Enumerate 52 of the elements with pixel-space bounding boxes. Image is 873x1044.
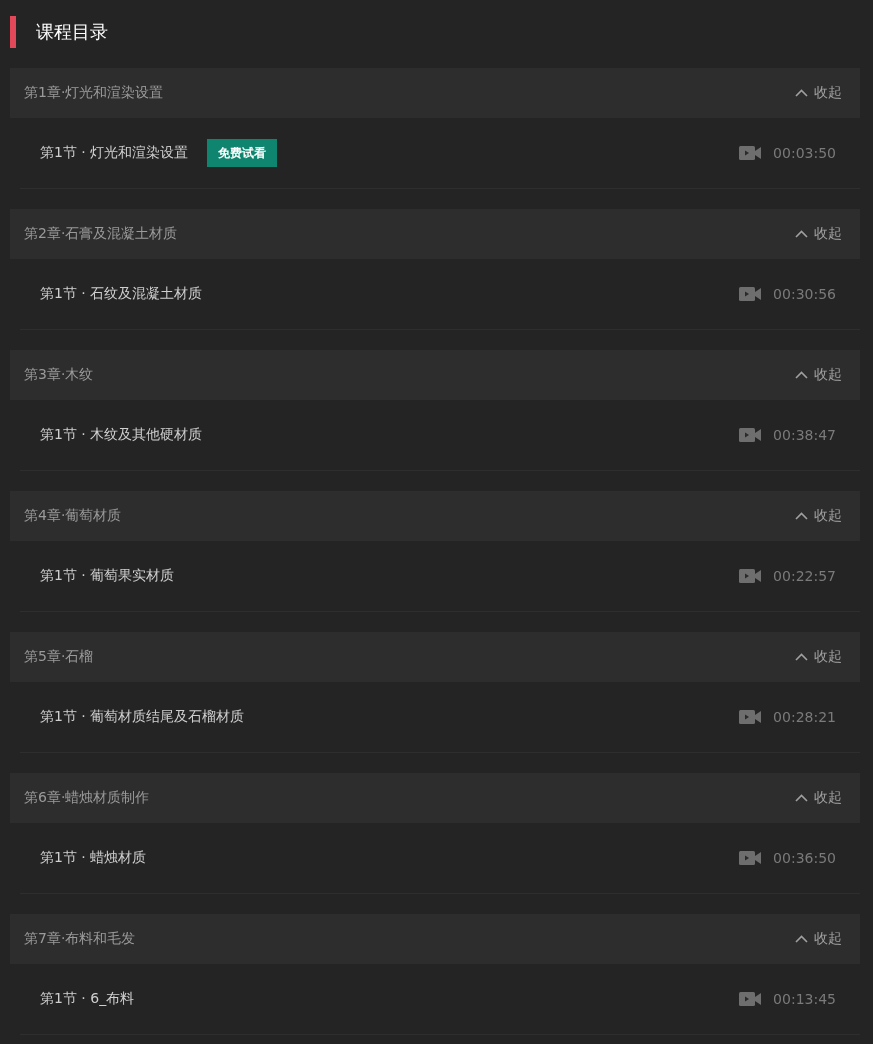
- lesson-title: 第1节 · 石纹及混凝土材质: [40, 285, 203, 303]
- chapter-title: 第7章·布料和毛发: [24, 930, 136, 948]
- chapter-title: 第3章·木纹: [24, 366, 94, 384]
- lesson-row[interactable]: 第1节 · 蜡烛材质 00:36:50: [20, 823, 860, 894]
- collapse-toggle[interactable]: 收起: [795, 225, 842, 243]
- chevron-up-icon: [795, 794, 808, 802]
- chevron-up-icon: [795, 935, 808, 943]
- collapse-toggle[interactable]: 收起: [795, 789, 842, 807]
- accent-bar: [10, 16, 16, 48]
- video-camera-icon: [739, 851, 762, 865]
- collapse-toggle[interactable]: 收起: [795, 84, 842, 102]
- lesson-title: 第1节 · 灯光和渲染设置: [40, 144, 189, 162]
- lesson-title: 第1节 · 6_布料: [40, 990, 135, 1008]
- lesson-duration: 00:28:21: [773, 709, 836, 725]
- video-camera-icon: [739, 710, 762, 724]
- lesson-title: 第1节 · 葡萄材质结尾及石榴材质: [40, 708, 245, 726]
- lesson-title: 第1节 · 蜡烛材质: [40, 849, 147, 867]
- chevron-up-icon: [795, 89, 808, 97]
- collapse-toggle[interactable]: 收起: [795, 366, 842, 384]
- chapter-title: 第1章·灯光和渲染设置: [24, 84, 164, 102]
- chevron-up-icon: [795, 371, 808, 379]
- collapse-toggle[interactable]: 收起: [795, 507, 842, 525]
- lesson-row[interactable]: 第1节 · 木纹及其他硬材质 00:38:47: [20, 400, 860, 471]
- lesson-duration: 00:30:56: [773, 286, 836, 302]
- chapter-title: 第5章·石榴: [24, 648, 94, 666]
- lesson-duration: 00:13:45: [773, 991, 836, 1007]
- chapter-title: 第6章·蜡烛材质制作: [24, 789, 150, 807]
- video-camera-icon: [739, 428, 762, 442]
- video-camera-icon: [739, 569, 762, 583]
- lesson-row[interactable]: 第1节 · 葡萄材质结尾及石榴材质 00:28:21: [20, 682, 860, 753]
- chapter-title: 第2章·石膏及混凝土材质: [24, 225, 178, 243]
- video-camera-icon: [739, 146, 762, 160]
- lesson-duration: 00:03:50: [773, 145, 836, 161]
- collapse-toggle[interactable]: 收起: [795, 930, 842, 948]
- chevron-up-icon: [795, 653, 808, 661]
- lesson-row[interactable]: 第1节 · 灯光和渲染设置 免费试看 00:03:50: [20, 118, 860, 189]
- section-title: 课程目录: [36, 20, 108, 44]
- chapter-title: 第4章·葡萄材质: [24, 507, 122, 525]
- lesson-duration: 00:36:50: [773, 850, 836, 866]
- chevron-up-icon: [795, 230, 808, 238]
- collapse-toggle[interactable]: 收起: [795, 648, 842, 666]
- lesson-title: 第1节 · 木纹及其他硬材质: [40, 426, 203, 444]
- lesson-row[interactable]: 第1节 · 石纹及混凝土材质 00:30:56: [20, 259, 860, 330]
- chevron-up-icon: [795, 512, 808, 520]
- video-camera-icon: [739, 287, 762, 301]
- lesson-duration: 00:38:47: [773, 427, 836, 443]
- lesson-duration: 00:22:57: [773, 568, 836, 584]
- video-camera-icon: [739, 992, 762, 1006]
- lesson-row[interactable]: 第1节 · 葡萄果实材质 00:22:57: [20, 541, 860, 612]
- free-preview-badge: 免费试看: [207, 139, 278, 167]
- lesson-title: 第1节 · 葡萄果实材质: [40, 567, 175, 585]
- lesson-row[interactable]: 第1节 · 6_布料 00:13:45: [20, 964, 860, 1035]
